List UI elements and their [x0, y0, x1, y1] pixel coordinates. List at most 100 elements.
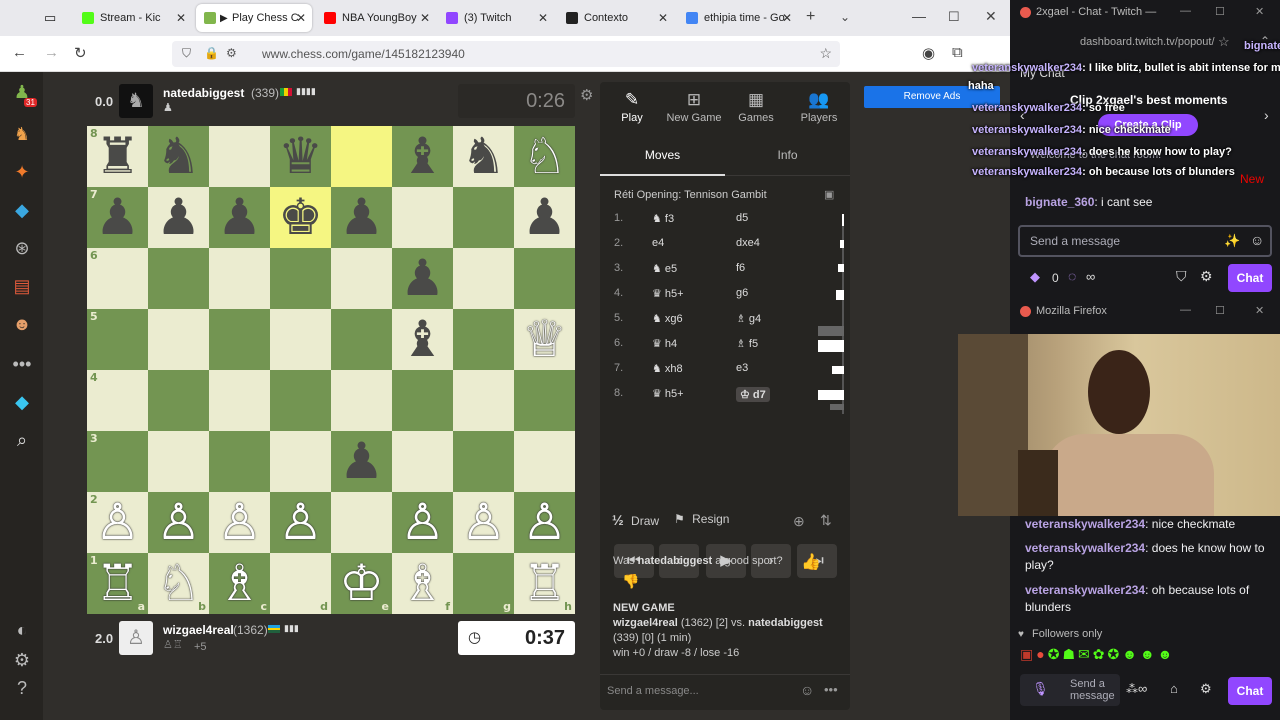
black-piece-icon[interactable]: ♜	[95, 127, 140, 185]
white-piece-icon[interactable]: ♘	[156, 554, 201, 612]
square-d1[interactable]: d	[270, 553, 331, 614]
settings-icon[interactable]: ⚙	[1200, 268, 1213, 285]
nav-new-game[interactable]: ⊞ New Game	[663, 90, 725, 124]
white-move[interactable]: ♞ f3	[652, 212, 674, 225]
black-piece-icon[interactable]: ♚	[278, 188, 323, 246]
nav-games[interactable]: ▦ Games	[725, 90, 787, 124]
square-b3[interactable]	[148, 431, 209, 492]
emote-icon[interactable]: ⁂	[1126, 682, 1138, 696]
square-a3[interactable]: 3	[87, 431, 148, 492]
emote-icon[interactable]: ☻	[1158, 646, 1176, 662]
white-piece-icon[interactable]: ♕	[522, 310, 567, 368]
more-icon[interactable]: •••	[10, 352, 34, 376]
black-piece-icon[interactable]: ♟	[339, 188, 384, 246]
tab-info[interactable]: Info	[725, 140, 850, 176]
tab-contexto[interactable]: Contexto ✕	[558, 4, 674, 32]
tab-youtube[interactable]: NBA YoungBoy ✕	[316, 4, 436, 32]
opening-name[interactable]: Réti Opening: Tennison Gambit	[614, 189, 767, 201]
thumbs-up-icon[interactable]: 👍	[801, 552, 821, 572]
square-h7[interactable]: ♟	[514, 187, 575, 248]
tab-moves[interactable]: Moves	[600, 140, 725, 176]
send-message-input[interactable]: 🎙 Send a message	[1020, 674, 1120, 706]
settings-icon[interactable]: ⚙	[1200, 681, 1212, 697]
black-move[interactable]: f6	[736, 262, 745, 274]
close-icon[interactable]: ✕	[658, 11, 668, 25]
back-icon[interactable]: ←	[12, 44, 27, 61]
square-e7[interactable]: ♟	[331, 187, 392, 248]
white-piece-icon[interactable]: ♗	[217, 554, 262, 612]
square-e5[interactable]	[331, 309, 392, 370]
square-c8[interactable]	[209, 126, 270, 187]
tab-twitch[interactable]: (3) Twitch ✕	[438, 4, 554, 32]
black-piece-icon[interactable]: ♛	[278, 127, 323, 185]
square-e2[interactable]	[331, 492, 392, 553]
chat-username[interactable]: veteranskywalker234	[1025, 583, 1145, 597]
player-name[interactable]: wizgael4real	[163, 623, 234, 637]
learn-icon[interactable]: ◆	[10, 198, 34, 222]
square-a8[interactable]: ♜ 8	[87, 126, 148, 187]
emote-icon[interactable]: ✪	[1048, 646, 1063, 662]
maximize-icon[interactable]: ☐	[1215, 304, 1225, 317]
square-g3[interactable]	[453, 431, 514, 492]
black-piece-icon[interactable]: ♟	[156, 188, 201, 246]
square-f8[interactable]: ♝	[392, 126, 453, 187]
square-h8[interactable]: ♘	[514, 126, 575, 187]
black-piece-icon[interactable]: ♟	[400, 249, 445, 307]
black-move[interactable]: g6	[736, 287, 748, 299]
chevron-down-icon[interactable]: ⌄	[840, 10, 850, 24]
square-g7[interactable]	[453, 187, 514, 248]
square-g4[interactable]	[453, 370, 514, 431]
square-b5[interactable]	[148, 309, 209, 370]
square-c7[interactable]: ♟	[209, 187, 270, 248]
square-g8[interactable]: ♞	[453, 126, 514, 187]
thumbs-down-icon[interactable]: 👎	[622, 573, 639, 590]
close-icon[interactable]: ✕	[782, 11, 792, 25]
white-piece-icon[interactable]: ♙	[95, 493, 140, 551]
chat-username[interactable]: veteranskywalker234	[1025, 517, 1145, 531]
emote-icon[interactable]: ✪	[1107, 646, 1122, 662]
square-e4[interactable]	[331, 370, 392, 431]
white-piece-icon[interactable]: ♖	[522, 554, 567, 612]
white-move[interactable]: ♞ e5	[652, 262, 677, 275]
nav-players[interactable]: 👥 Players	[788, 90, 850, 124]
emote-icon[interactable]: ✉	[1078, 646, 1093, 662]
tab-chess[interactable]: ▶ Play Chess C ✕	[196, 4, 312, 32]
black-move[interactable]: d5	[736, 212, 748, 224]
more-icon[interactable]: •••	[824, 682, 838, 697]
black-move[interactable]: ♗ g4	[736, 312, 761, 325]
square-d3[interactable]	[270, 431, 331, 492]
square-g5[interactable]	[453, 309, 514, 370]
puzzles-icon[interactable]: ✦	[10, 160, 34, 184]
minimize-icon[interactable]: —	[1180, 304, 1191, 316]
add-icon[interactable]: ⊕	[793, 513, 805, 530]
channel-points-icon[interactable]: ◌	[1068, 268, 1076, 284]
close-icon[interactable]: ✕	[1255, 304, 1264, 317]
emote-icon[interactable]: ☺	[1250, 232, 1264, 248]
black-piece-icon[interactable]: ♟	[95, 188, 140, 246]
gear-icon[interactable]: ⚙	[580, 86, 593, 104]
square-a1[interactable]: ♖ 1 a	[87, 553, 148, 614]
permissions-icon[interactable]: ⚙	[226, 46, 237, 60]
watch-icon[interactable]: ⊛	[10, 236, 34, 260]
white-piece-icon[interactable]: ♙	[400, 493, 445, 551]
black-move[interactable]: ♔ d7	[736, 387, 770, 402]
black-move[interactable]: dxe4	[736, 237, 760, 249]
resign-button[interactable]: ⚑ Resign	[674, 512, 729, 526]
square-g2[interactable]: ♙	[453, 492, 514, 553]
square-c4[interactable]	[209, 370, 270, 431]
white-piece-icon[interactable]: ♘	[522, 127, 567, 185]
square-a2[interactable]: ♙ 2	[87, 492, 148, 553]
bits-icon[interactable]: ◆	[1030, 269, 1040, 285]
maximize-icon[interactable]: ☐	[948, 9, 960, 25]
chat-input[interactable]: Send a message... ☺ •••	[600, 674, 850, 710]
chat-username[interactable]: veteranskywalker234	[1025, 541, 1145, 555]
black-piece-icon[interactable]: ♝	[400, 310, 445, 368]
emote-icon[interactable]: ☗	[1062, 646, 1078, 662]
news-icon[interactable]: ▤	[10, 274, 34, 298]
square-f6[interactable]: ♟	[392, 248, 453, 309]
close-icon[interactable]: ✕	[176, 11, 186, 25]
square-c2[interactable]: ♙	[209, 492, 270, 553]
square-e1[interactable]: ♔ e	[331, 553, 392, 614]
square-c5[interactable]	[209, 309, 270, 370]
close-icon[interactable]: ✕	[420, 11, 430, 25]
